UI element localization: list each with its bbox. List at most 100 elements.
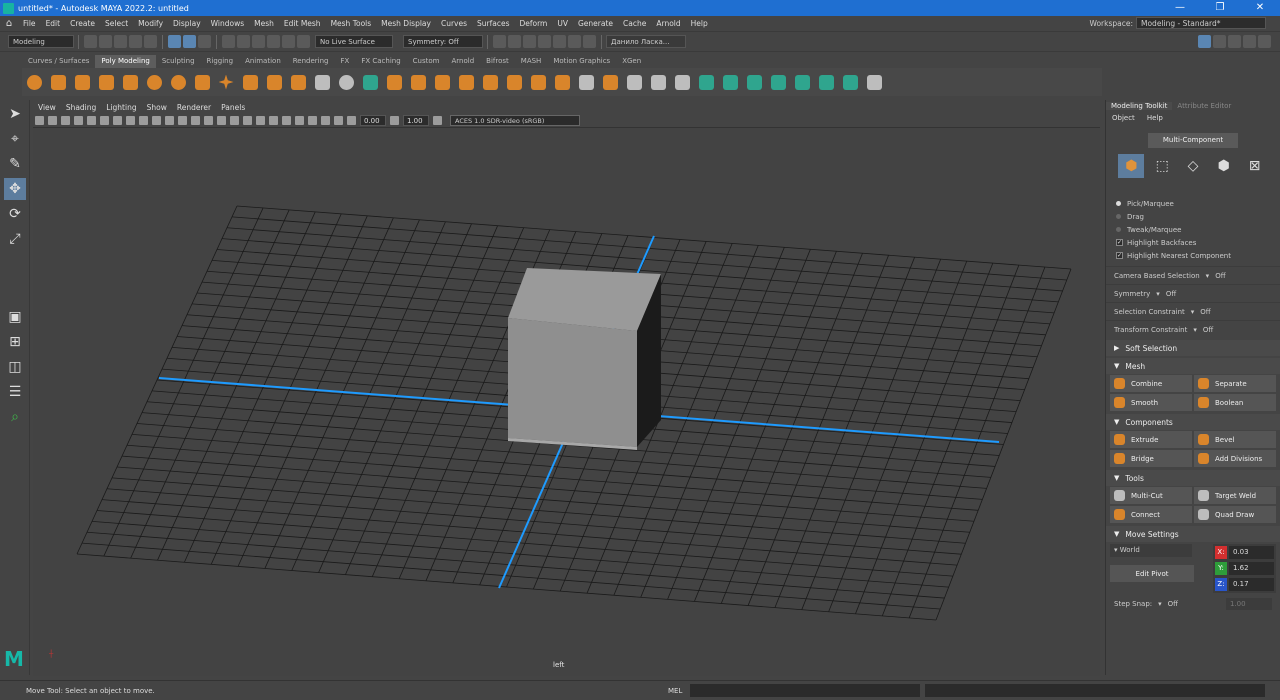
tools-section-header[interactable]: ▼ Tools [1106, 470, 1280, 486]
menu-generate[interactable]: Generate [573, 19, 618, 28]
extrude-button[interactable]: Extrude [1110, 431, 1192, 448]
bevel-button[interactable]: Bevel [1194, 431, 1276, 448]
toolkit-menu-object[interactable]: Object [1106, 114, 1141, 122]
cube-mesh[interactable] [508, 268, 661, 450]
resolution-gate-icon[interactable] [113, 116, 122, 125]
drag-option[interactable]: Drag [1106, 210, 1280, 223]
make-live-icon[interactable] [297, 35, 310, 48]
poly-plane-icon[interactable] [120, 72, 140, 92]
ambient-occlusion-icon[interactable] [243, 116, 252, 125]
uv-display-icon[interactable] [360, 72, 380, 92]
step-snap-amount[interactable]: 1.00 [1226, 598, 1272, 610]
film-gate-icon[interactable] [100, 116, 109, 125]
search-layout-icon[interactable]: ⌕ [4, 406, 26, 428]
highlight-nearest-checkbox[interactable]: ✓ Highlight Nearest Component [1106, 249, 1280, 262]
panel-menu-lighting[interactable]: Lighting [101, 103, 141, 112]
pick-marquee-option[interactable]: Pick/Marquee [1106, 197, 1280, 210]
extract-icon[interactable] [432, 72, 452, 92]
select-hierarchy-icon[interactable] [168, 35, 181, 48]
boolean-button[interactable]: Boolean [1194, 394, 1276, 411]
soft-selection-header[interactable]: ▶ Soft Selection [1106, 340, 1280, 356]
grid-icon[interactable] [87, 116, 96, 125]
menu-mesh-display[interactable]: Mesh Display [376, 19, 436, 28]
new-scene-icon[interactable] [84, 35, 97, 48]
delete-history-icon[interactable] [744, 72, 764, 92]
combine-button[interactable]: Combine [1110, 375, 1192, 392]
step-snap-value[interactable]: Off [1168, 600, 1178, 608]
tab-poly-modeling[interactable]: Poly Modeling [95, 55, 156, 68]
target-weld-icon[interactable] [672, 72, 692, 92]
menu-cache[interactable]: Cache [618, 19, 651, 28]
field-chart-icon[interactable] [139, 116, 148, 125]
arnold-render-icon[interactable] [568, 35, 581, 48]
snap-point-icon[interactable] [252, 35, 265, 48]
minimize-button[interactable]: — [1160, 0, 1200, 16]
shadows-icon[interactable] [230, 116, 239, 125]
wireframe-icon[interactable] [165, 116, 174, 125]
tab-rendering[interactable]: Rendering [287, 55, 335, 68]
bridge-icon[interactable] [576, 72, 596, 92]
color-management-icon[interactable] [433, 116, 442, 125]
separate-icon[interactable] [408, 72, 428, 92]
poly-torus-icon[interactable] [144, 72, 164, 92]
highlight-backfaces-checkbox[interactable]: ✓ Highlight Backfaces [1106, 236, 1280, 249]
z-field[interactable]: 0.17 [1229, 578, 1274, 591]
move-tool-icon[interactable]: ✥ [4, 178, 26, 200]
snap-curve-icon[interactable] [237, 35, 250, 48]
camera-attributes-icon[interactable] [48, 116, 57, 125]
add-divisions-button[interactable]: Add Divisions [1194, 450, 1276, 467]
xray-icon[interactable] [308, 116, 317, 125]
tab-motion-graphics[interactable]: Motion Graphics [547, 55, 616, 68]
panel-menu-panels[interactable]: Panels [216, 103, 250, 112]
live-surface-field[interactable]: No Live Surface [315, 35, 393, 48]
poly-sphere-icon[interactable] [24, 72, 44, 92]
smooth-icon[interactable] [456, 72, 476, 92]
gamma-icon[interactable] [390, 116, 399, 125]
single-perspective-layout-icon[interactable]: ▣ [4, 306, 26, 328]
snap-projected-icon[interactable] [267, 35, 280, 48]
home-icon[interactable]: ⌂ [0, 18, 18, 29]
menu-select[interactable]: Select [100, 19, 133, 28]
default-material-icon[interactable] [191, 116, 200, 125]
edge-mode-icon[interactable]: ◇ [1180, 154, 1206, 178]
rotate-tool-icon[interactable]: ⟳ [4, 203, 26, 225]
exposure-icon[interactable] [347, 116, 356, 125]
toggle-attribute-editor-icon[interactable] [1213, 35, 1226, 48]
uv-cut-icon[interactable] [816, 72, 836, 92]
menu-surfaces[interactable]: Surfaces [472, 19, 514, 28]
insert-edge-loop-icon[interactable] [648, 72, 668, 92]
panel-menu-shading[interactable]: Shading [61, 103, 101, 112]
toggle-toolkit-icon[interactable] [1198, 35, 1211, 48]
viewport[interactable]: ┼ left [33, 128, 1100, 676]
tab-bifrost[interactable]: Bifrost [480, 55, 515, 68]
snap-grid-icon[interactable] [222, 35, 235, 48]
multi-cut-button[interactable]: Multi-Cut [1110, 487, 1192, 504]
tab-xgen[interactable]: XGen [616, 55, 647, 68]
symmetry-dropdown[interactable]: Symmetry: Off [403, 35, 483, 48]
mirror-icon[interactable] [504, 72, 524, 92]
outliner-layout-icon[interactable]: ☰ [4, 381, 26, 403]
undo-icon[interactable] [129, 35, 142, 48]
vertex-mode-icon[interactable]: ⬚ [1149, 154, 1175, 178]
snap-view-icon[interactable] [282, 35, 295, 48]
image-plane-icon[interactable] [74, 116, 83, 125]
menu-help[interactable]: Help [686, 19, 713, 28]
panel-menu-view[interactable]: View [33, 103, 61, 112]
quad-draw-button[interactable]: Quad Draw [1194, 506, 1276, 523]
center-pivot-icon[interactable] [696, 72, 716, 92]
menu-mesh[interactable]: Mesh [249, 19, 279, 28]
menu-mesh-tools[interactable]: Mesh Tools [326, 19, 377, 28]
textured-icon[interactable] [204, 116, 213, 125]
toolkit-menu-help[interactable]: Help [1141, 114, 1169, 122]
uv-sew-icon[interactable] [840, 72, 860, 92]
close-button[interactable]: ✕ [1240, 0, 1280, 16]
maximize-button[interactable]: ❐ [1200, 0, 1240, 16]
object-mode-icon[interactable]: ⬢ [1118, 154, 1145, 178]
connect-button[interactable]: Connect [1110, 506, 1192, 523]
safe-action-icon[interactable] [152, 116, 161, 125]
y-field[interactable]: 1.62 [1229, 562, 1274, 575]
anti-aliasing-icon[interactable] [269, 116, 278, 125]
open-scene-icon[interactable] [99, 35, 112, 48]
four-view-layout-icon[interactable]: ⊞ [4, 331, 26, 353]
uv-planar-icon[interactable] [792, 72, 812, 92]
